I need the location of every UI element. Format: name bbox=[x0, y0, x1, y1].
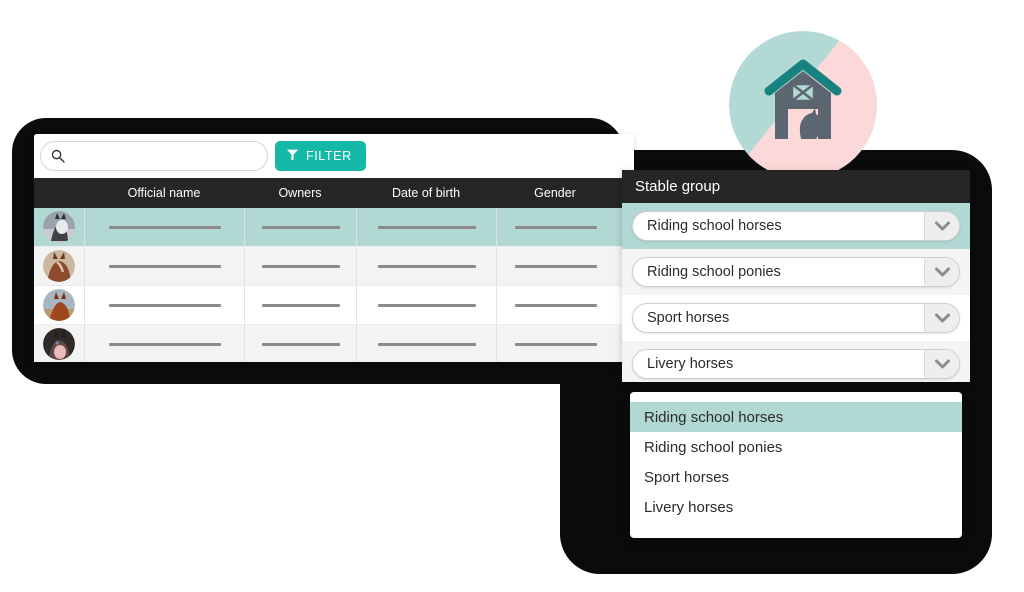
row-cell-official-name bbox=[84, 325, 244, 362]
row-cell-owners bbox=[244, 325, 356, 362]
chevron-down-icon[interactable] bbox=[924, 258, 959, 286]
row-avatar-cell bbox=[34, 250, 84, 282]
dropdown-option-riding-school-ponies[interactable]: Riding school ponies bbox=[630, 432, 962, 462]
row-avatar-cell bbox=[34, 328, 84, 360]
row-cell-gender bbox=[496, 286, 614, 324]
stable-group-row: Riding school horses bbox=[622, 203, 970, 249]
table-row[interactable] bbox=[34, 208, 634, 247]
stable-group-row: Riding school ponies bbox=[622, 249, 970, 295]
search-input[interactable] bbox=[70, 148, 259, 164]
select-value: Sport horses bbox=[647, 310, 730, 326]
table-header-row: Official name Owners Date of birth Gende… bbox=[34, 178, 634, 208]
row-cell-owners bbox=[244, 208, 356, 246]
column-header-gender[interactable]: Gender bbox=[496, 186, 614, 200]
stable-group-row: Livery horses bbox=[622, 341, 970, 382]
search-box[interactable] bbox=[40, 141, 268, 171]
table-row[interactable] bbox=[34, 247, 634, 286]
stable-group-select-1[interactable]: Riding school horses bbox=[632, 211, 960, 241]
row-cell-gender bbox=[496, 325, 614, 362]
dropdown-option-riding-school-horses[interactable]: Riding school horses bbox=[630, 402, 962, 432]
table-row[interactable] bbox=[34, 325, 634, 362]
row-avatar-cell bbox=[34, 211, 84, 243]
chevron-down-icon[interactable] bbox=[924, 350, 959, 378]
stable-group-row: Sport horses bbox=[622, 295, 970, 341]
filter-button-label: FILTER bbox=[306, 149, 352, 163]
stable-group-dropdown-list: Riding school horses Riding school ponie… bbox=[630, 392, 962, 538]
row-cell-official-name bbox=[84, 208, 244, 246]
select-value: Riding school horses bbox=[647, 218, 782, 234]
horses-table-panel: FILTER Official name Owners Date of birt… bbox=[34, 134, 634, 362]
row-cell-official-name bbox=[84, 286, 244, 324]
row-cell-date-of-birth bbox=[356, 286, 496, 324]
stable-group-select-2[interactable]: Riding school ponies bbox=[632, 257, 960, 287]
decorative-speck bbox=[228, 474, 232, 478]
stable-group-select-3[interactable]: Sport horses bbox=[632, 303, 960, 333]
horse-avatar-gray-icon bbox=[43, 211, 75, 243]
chevron-down-icon[interactable] bbox=[924, 304, 959, 332]
row-cell-owners bbox=[244, 286, 356, 324]
stable-group-select-4[interactable]: Livery horses bbox=[632, 349, 960, 379]
screenshot-root: FILTER Official name Owners Date of birt… bbox=[0, 0, 1024, 592]
barn-horse-icon bbox=[729, 31, 877, 179]
filter-button[interactable]: FILTER bbox=[275, 141, 366, 171]
row-cell-date-of-birth bbox=[356, 325, 496, 362]
dropdown-option-livery-horses[interactable]: Livery horses bbox=[630, 492, 962, 522]
chevron-down-icon[interactable] bbox=[924, 212, 959, 240]
stable-group-panel: Stable group Riding school horses Riding… bbox=[622, 170, 970, 382]
horse-avatar-chestnut-icon bbox=[43, 250, 75, 282]
stable-group-title: Stable group bbox=[622, 170, 970, 203]
funnel-icon bbox=[286, 148, 299, 164]
horse-avatar-bay-icon bbox=[43, 289, 75, 321]
horse-avatar-dark-icon bbox=[43, 328, 75, 360]
column-header-owners[interactable]: Owners bbox=[244, 186, 356, 200]
row-cell-gender bbox=[496, 247, 614, 285]
row-cell-official-name bbox=[84, 247, 244, 285]
search-icon bbox=[51, 149, 65, 163]
column-header-official-name[interactable]: Official name bbox=[84, 186, 244, 200]
select-value: Livery horses bbox=[647, 356, 734, 372]
row-cell-gender bbox=[496, 208, 614, 246]
row-cell-owners bbox=[244, 247, 356, 285]
select-value: Riding school ponies bbox=[647, 264, 781, 280]
column-header-date-of-birth[interactable]: Date of birth bbox=[356, 186, 496, 200]
table-row[interactable] bbox=[34, 286, 634, 325]
dropdown-option-sport-horses[interactable]: Sport horses bbox=[630, 462, 962, 492]
row-cell-date-of-birth bbox=[356, 208, 496, 246]
row-cell-date-of-birth bbox=[356, 247, 496, 285]
row-avatar-cell bbox=[34, 289, 84, 321]
table-toolbar: FILTER bbox=[34, 134, 634, 178]
